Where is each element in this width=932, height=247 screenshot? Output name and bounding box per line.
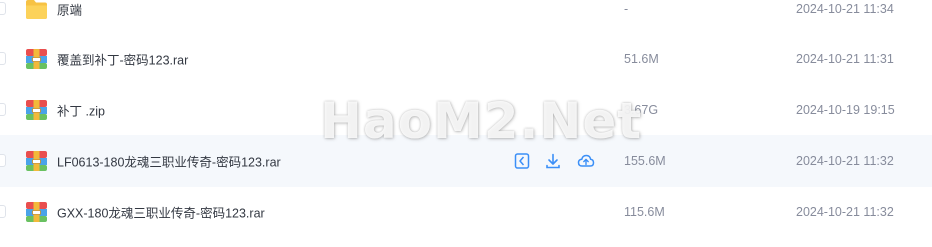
- file-date: 2024-10-21 11:34: [796, 2, 894, 16]
- download-icon[interactable]: [544, 152, 562, 170]
- file-name[interactable]: 覆盖到补丁-密码123.rar: [57, 50, 188, 69]
- archive-icon: [26, 100, 47, 120]
- file-date: 2024-10-21 11:32: [796, 205, 894, 219]
- file-size: -: [624, 2, 629, 16]
- file-size: 3.67G: [624, 103, 659, 117]
- file-row[interactable]: 原端 - 2024-10-21 11:34: [0, 0, 932, 35]
- archive-icon: [26, 202, 47, 222]
- file-row[interactable]: LF0613-180龙魂三职业传奇-密码123.rar 155.6M 2024-…: [0, 135, 932, 187]
- row-checkbox[interactable]: [0, 52, 6, 65]
- file-row[interactable]: 覆盖到补丁-密码123.rar 51.6M 2024-10-21 11:31: [0, 33, 932, 85]
- file-name[interactable]: GXX-180龙魂三职业传奇-密码123.rar: [57, 203, 265, 222]
- archive-icon: [26, 49, 47, 69]
- file-size: 51.6M: [624, 52, 659, 66]
- file-date: 2024-10-19 19:15: [796, 103, 895, 117]
- cloud-upload-icon[interactable]: [577, 152, 595, 170]
- file-date: 2024-10-21 11:31: [796, 52, 894, 66]
- file-row[interactable]: 补丁 .zip 3.67G 2024-10-19 19:15: [0, 84, 932, 136]
- row-checkbox[interactable]: [0, 205, 6, 218]
- file-name[interactable]: 补丁 .zip: [57, 101, 105, 120]
- row-checkbox[interactable]: [0, 2, 6, 15]
- file-list: 原端 - 2024-10-21 11:34 覆盖到补丁-密码123.rar 51…: [0, 0, 932, 247]
- share-icon[interactable]: [513, 152, 531, 170]
- file-name[interactable]: LF0613-180龙魂三职业传奇-密码123.rar: [57, 152, 281, 171]
- archive-icon: [26, 151, 47, 171]
- file-date: 2024-10-21 11:32: [796, 154, 894, 168]
- file-row[interactable]: GXX-180龙魂三职业传奇-密码123.rar 115.6M 2024-10-…: [0, 186, 932, 238]
- row-checkbox[interactable]: [0, 103, 6, 116]
- row-checkbox[interactable]: [0, 154, 6, 167]
- file-size: 155.6M: [624, 154, 666, 168]
- file-size: 115.6M: [624, 205, 665, 219]
- folder-icon: [26, 0, 47, 19]
- file-name[interactable]: 原端: [57, 0, 82, 19]
